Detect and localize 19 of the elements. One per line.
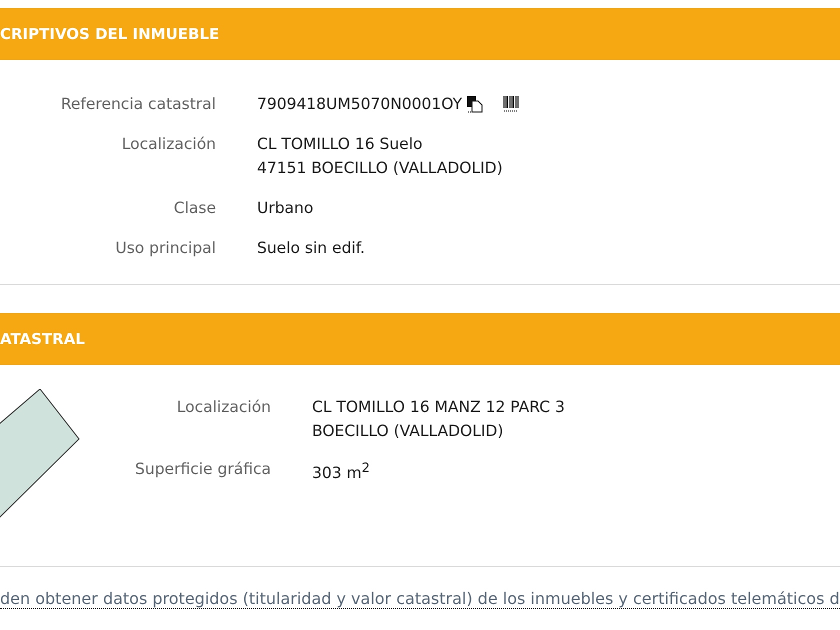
field-value: CL TOMILLO 16 MANZ 12 PARC 3 xyxy=(312,397,565,418)
info-link[interactable]: den obtener datos protegidos (titularidad y valor catastral) de los inmuebles y certificados telemáticos d xyxy=(0,589,840,609)
field-value: BOECILLO (VALLADOLID) xyxy=(312,421,504,442)
section-title: CRIPTIVOS DEL INMUEBLE xyxy=(0,25,220,43)
field-value: 47151 BOECILLO (VALLADOLID) xyxy=(257,158,503,179)
field-value: 7909418UM5070N0001OY xyxy=(257,94,462,115)
field-value: Urbano xyxy=(257,198,314,219)
field-label: Clase xyxy=(172,198,216,219)
field-label: Localización xyxy=(120,134,216,155)
section-title: ATASTRAL xyxy=(0,330,85,348)
field-label: Referencia catastral xyxy=(60,94,216,115)
barcode-icon[interactable] xyxy=(502,95,520,113)
field-label: Localización xyxy=(176,397,271,418)
copy-icon[interactable] xyxy=(466,95,484,113)
field-value: Suelo sin edif. xyxy=(257,238,365,259)
field-label: Uso principal xyxy=(114,238,216,259)
field-value: CL TOMILLO 16 Suelo xyxy=(257,134,422,155)
field-label: Superficie gráfica xyxy=(134,459,271,480)
field-value: 303 m$^{2}$ xyxy=(312,460,370,484)
